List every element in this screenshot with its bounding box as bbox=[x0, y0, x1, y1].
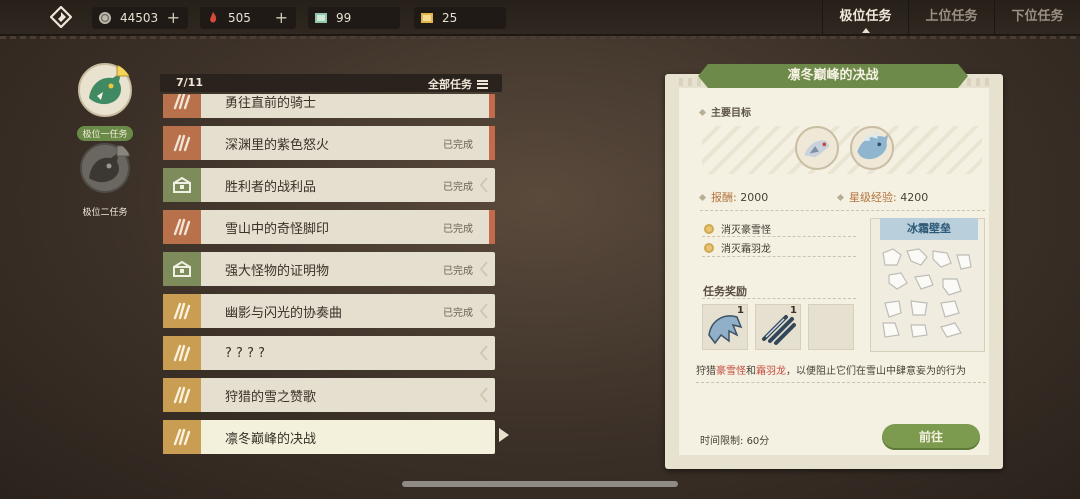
treasure-chest-icon bbox=[163, 168, 201, 202]
reward-qty: 1 bbox=[790, 305, 797, 316]
star-exp: 星级经验: 4200 bbox=[836, 189, 928, 205]
gem-counter: 505 + bbox=[200, 7, 296, 29]
gold-ticket-counter: 25 bbox=[414, 7, 506, 29]
chevron-left-icon bbox=[479, 387, 488, 403]
quest-name: 胜利者的战利品 bbox=[225, 179, 317, 195]
menu-icon bbox=[477, 79, 488, 89]
rank-tabs: 极位任务 上位任务 下位任务 bbox=[822, 0, 1080, 36]
claw-mark-icon bbox=[163, 336, 201, 370]
quest-name: 凛冬巅峰的决战 bbox=[225, 431, 317, 447]
back-logo-icon[interactable] bbox=[50, 6, 72, 28]
objective-item: 消灭豪雪怪 bbox=[704, 221, 771, 236]
add-coin-button[interactable]: + bbox=[167, 8, 180, 27]
quest-name: 雪山中的奇怪脚印 bbox=[225, 221, 330, 237]
quest-status: 已完成 bbox=[443, 307, 473, 319]
treasure-chest-icon bbox=[163, 252, 201, 286]
claw-mark-icon bbox=[163, 126, 201, 160]
reward-slot-empty[interactable] bbox=[808, 304, 854, 350]
quest-name: 强大怪物的证明物 bbox=[225, 263, 330, 279]
quest-title-ribbon: 凛冬巅峰的决战 bbox=[698, 64, 968, 88]
quest-name: 狩猎的雪之赞歌 bbox=[225, 389, 317, 405]
quest-status: 已完成 bbox=[443, 265, 473, 277]
quest-row[interactable]: ? ? ? ? bbox=[163, 336, 495, 370]
green-ticket-value: 99 bbox=[336, 11, 352, 25]
target-band bbox=[702, 126, 982, 174]
reward-money: 报酬: 2000 bbox=[698, 189, 768, 205]
add-gem-button[interactable]: + bbox=[275, 8, 288, 27]
chevron-left-icon bbox=[479, 261, 488, 277]
tab-extreme-rank[interactable]: 极位任务 bbox=[822, 0, 908, 36]
claw-mark-icon bbox=[163, 378, 201, 412]
green-ticket-icon bbox=[315, 13, 327, 23]
chevron-left-icon bbox=[479, 177, 488, 193]
coin-counter: 44503 + bbox=[92, 7, 188, 29]
coin-icon bbox=[99, 12, 111, 24]
reward-qty: 1 bbox=[737, 305, 744, 316]
quest-row[interactable]: 强大怪物的证明物 已完成 bbox=[163, 252, 495, 286]
claw-mark-icon bbox=[163, 294, 201, 328]
coin-value: 44503 bbox=[120, 11, 159, 25]
claw-mark-icon bbox=[163, 94, 201, 118]
snow-beast-portrait-icon bbox=[795, 126, 839, 170]
tab-low-rank[interactable]: 下位任务 bbox=[994, 0, 1080, 36]
flame-gem-icon bbox=[210, 12, 217, 23]
quest-row[interactable]: 雪山中的奇怪脚印 已完成 bbox=[163, 210, 495, 244]
bottom-scrollbar[interactable] bbox=[402, 481, 678, 487]
quest-list[interactable]: 勇往直前的骑士 深渊里的紫色怒火 已完成 胜利者的战利品 已完成 雪山中的奇怪脚… bbox=[163, 94, 497, 464]
objective-bullet-icon bbox=[704, 242, 714, 253]
objective-bullet-icon bbox=[704, 223, 714, 234]
rank-extreme-2[interactable]: 极位二任务 bbox=[70, 140, 140, 219]
gold-ticket-value: 25 bbox=[442, 11, 458, 25]
main-target-title: 主要目标 bbox=[698, 104, 751, 119]
time-limit: 时间限制: 60分 bbox=[700, 436, 770, 447]
quest-name: 幽影与闪光的协奏曲 bbox=[225, 305, 343, 321]
quest-status: 已完成 bbox=[443, 223, 473, 235]
dragon-emblem-icon bbox=[78, 63, 132, 117]
go-button[interactable]: 前往 bbox=[882, 424, 980, 450]
claw-mark-icon bbox=[163, 420, 201, 454]
quest-progress: 7/11 bbox=[176, 76, 203, 89]
selected-arrow-icon bbox=[499, 428, 509, 442]
quest-status: 已完成 bbox=[443, 139, 473, 151]
quest-row-selected[interactable]: 凛冬巅峰的决战 bbox=[163, 420, 495, 454]
rank-extreme-2-label: 极位二任务 bbox=[82, 208, 128, 218]
chevron-left-icon bbox=[479, 345, 488, 361]
map-name-tag: 冰霜壁垒 bbox=[880, 218, 978, 240]
quest-name: 勇往直前的骑士 bbox=[225, 95, 317, 111]
quest-row[interactable]: 幽影与闪光的协奏曲 已完成 bbox=[163, 294, 495, 328]
gem-value: 505 bbox=[228, 11, 251, 25]
quest-row[interactable]: 深渊里的紫色怒火 已完成 bbox=[163, 126, 495, 160]
quest-name: ? ? ? ? bbox=[225, 345, 265, 361]
quest-row[interactable]: 勇往直前的骑士 bbox=[163, 94, 495, 118]
quest-row[interactable]: 狩猎的雪之赞歌 bbox=[163, 378, 495, 412]
all-quests-label: 全部任务 bbox=[428, 78, 472, 91]
gold-ticket-icon bbox=[421, 13, 433, 23]
top-bar: 44503 + 505 + 99 25 极位任务 上位任务 下位任务 bbox=[0, 0, 1080, 39]
quest-list-header: 7/11 全部任务 bbox=[160, 74, 502, 92]
rank-extreme-1-label: 极位一任务 bbox=[77, 126, 133, 141]
reward-slot[interactable]: 1 bbox=[755, 304, 801, 350]
rewards-title: 任务奖励 bbox=[703, 285, 747, 298]
quest-row[interactable]: 胜利者的战利品 已完成 bbox=[163, 168, 495, 202]
objective-item: 消灭霜羽龙 bbox=[704, 240, 771, 255]
all-quests-button[interactable]: 全部任务 bbox=[428, 76, 488, 92]
claw-mark-icon bbox=[163, 210, 201, 244]
tab-high-rank[interactable]: 上位任务 bbox=[908, 0, 994, 36]
chevron-left-icon bbox=[479, 303, 488, 319]
green-ticket-counter: 99 bbox=[308, 7, 400, 29]
beast-emblem-icon bbox=[80, 143, 130, 193]
quest-name: 深渊里的紫色怒火 bbox=[225, 137, 330, 153]
quest-description: 狩猎豪雪怪和霜羽龙，以便阻止它们在雪山中肆意妄为的行为 bbox=[696, 366, 966, 377]
reward-slot[interactable]: 1 bbox=[702, 304, 748, 350]
frost-wyvern-portrait-icon bbox=[850, 126, 894, 170]
rank-extreme-1[interactable]: 极位一任务 bbox=[70, 62, 140, 141]
quest-status: 已完成 bbox=[443, 181, 473, 193]
